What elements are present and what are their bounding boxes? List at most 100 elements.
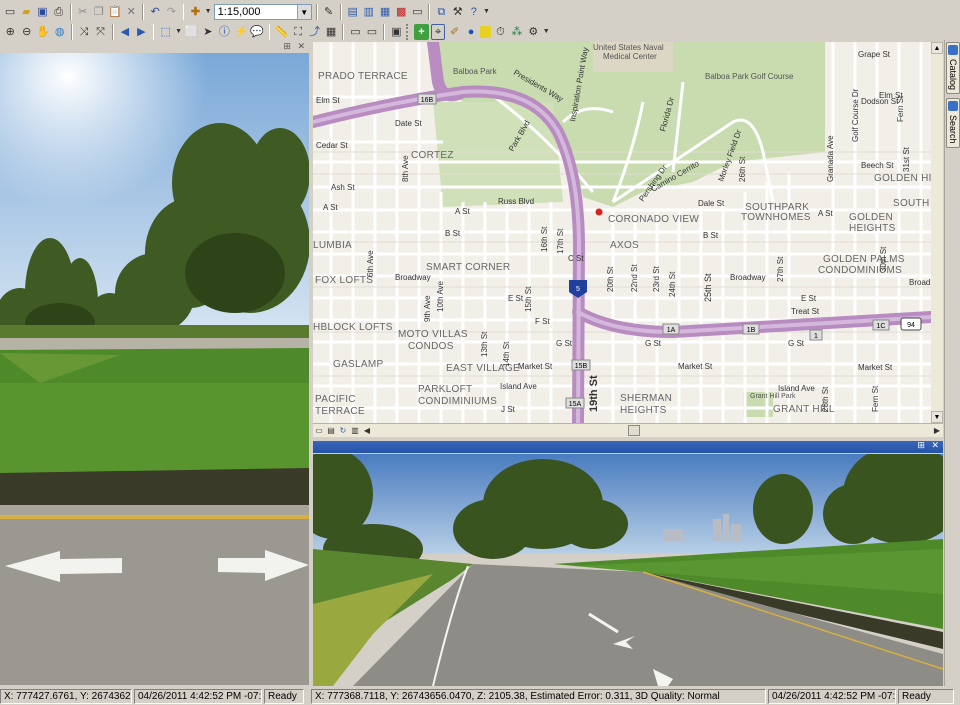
map-scale-combobox[interactable]: 1:15,000 ▼ <box>213 4 312 20</box>
model-builder-icon[interactable]: ⧉ <box>434 4 448 20</box>
refresh-icon[interactable]: ↻ <box>337 425 349 436</box>
street-label: C St <box>568 254 584 263</box>
table-of-contents-icon[interactable]: ▤ <box>346 4 360 20</box>
right-view-titlebar[interactable]: ⊞ ✕ <box>313 440 943 453</box>
toolbar-grip[interactable] <box>405 24 411 40</box>
overview-icon[interactable]: ▣ <box>389 24 403 40</box>
map-label: PARKLOFT <box>418 384 472 395</box>
measure-tool-icon[interactable]: ✐ <box>447 24 461 40</box>
pause-drawing-icon[interactable]: ▥ <box>349 425 361 436</box>
go-to-xy-icon[interactable]: ▦ <box>324 24 338 40</box>
zoom-in-icon[interactable]: ⊕ <box>3 24 17 40</box>
open-folder-icon[interactable]: ▰ <box>19 4 33 20</box>
street-label: Market St <box>678 362 713 371</box>
html-popup-icon[interactable]: 💬 <box>250 24 264 40</box>
undo-icon[interactable]: ↶ <box>148 4 162 20</box>
scroll-up-icon[interactable]: ▲ <box>931 42 943 54</box>
time-slider-icon[interactable]: ▭ <box>365 24 379 40</box>
shield-1c: 1C <box>877 323 886 330</box>
network-icon[interactable]: ⁂ <box>510 24 524 40</box>
map-label: GOLDEN PALMS <box>823 254 905 265</box>
toolbar-options-icon[interactable]: ▼ <box>483 4 490 20</box>
copy-icon[interactable]: ❐ <box>92 4 106 20</box>
left-street-scene <box>0 53 309 685</box>
left-view-titlebar[interactable]: ⊞ ✕ <box>0 41 309 52</box>
new-document-icon[interactable]: ▭ <box>3 4 17 20</box>
current-location-marker[interactable] <box>595 208 603 216</box>
back-arrow-icon[interactable]: ◀ <box>118 24 132 40</box>
highlight-icon[interactable] <box>480 26 492 38</box>
map-view[interactable]: 16B 5 15B 15A 1A 1B 1 1C 94 PRADO TERRAC… <box>313 42 931 423</box>
add-data-icon[interactable]: ✚ <box>188 4 202 20</box>
left-street-view-image[interactable] <box>0 53 309 685</box>
print-icon[interactable]: ⎙ <box>52 4 66 20</box>
scroll-track[interactable] <box>373 425 931 436</box>
fixed-zoom-out-icon[interactable]: ⤧ <box>93 24 107 40</box>
left-status-datetime: 04/26/2011 4:42:52 PM -07:00 <box>134 688 262 704</box>
python-window-icon[interactable]: ▭ <box>410 4 424 20</box>
toolbar-options-icon[interactable]: ▼ <box>543 24 550 40</box>
layout-view-icon[interactable]: ▤ <box>325 425 337 436</box>
hyperlink-icon[interactable]: ⚡ <box>234 24 248 40</box>
locate-icon[interactable]: ⌖ <box>430 24 446 40</box>
paste-icon[interactable]: 📋 <box>108 4 122 20</box>
search-window-icon[interactable]: ▦ <box>378 4 392 20</box>
redo-icon[interactable]: ↷ <box>164 4 178 20</box>
left-view-controls[interactable]: ⊞ ✕ <box>283 41 307 52</box>
select-features-icon[interactable]: ⬚ <box>158 24 172 40</box>
shield-1: 1 <box>814 333 818 340</box>
tools-icon[interactable]: ⚒ <box>451 4 465 20</box>
catalog-window-icon[interactable]: ▥ <box>362 4 376 20</box>
editor-toolbar-icon[interactable]: ✎ <box>322 4 336 20</box>
add-point-icon[interactable]: + <box>414 24 429 40</box>
map-label: AXOS <box>610 240 639 251</box>
select-elements-icon[interactable]: ➤ <box>201 24 215 40</box>
right-view-controls[interactable]: ⊞ ✕ <box>917 440 941 451</box>
zoom-out-icon[interactable]: ⊖ <box>19 24 33 40</box>
find-binoculars-icon[interactable]: ⛶ <box>291 24 305 40</box>
arctoolbox-icon[interactable]: ▩ <box>394 4 408 20</box>
fixed-zoom-in-icon[interactable]: ⤨ <box>77 24 91 40</box>
clear-selection-icon[interactable]: ⬜ <box>184 24 199 40</box>
right-street-view-image[interactable] <box>313 454 943 686</box>
scroll-thumb[interactable] <box>628 425 640 436</box>
delete-icon[interactable]: ✕ <box>124 4 138 20</box>
separator <box>428 4 431 20</box>
timer-icon[interactable]: ⏱ <box>493 24 507 40</box>
tab-catalog[interactable]: Catalog <box>946 42 960 94</box>
identify-icon[interactable]: ⓘ <box>217 24 231 40</box>
full-extent-icon[interactable]: ◍ <box>52 24 66 40</box>
map-label: TERRACE <box>315 406 365 417</box>
forward-arrow-icon[interactable]: ▶ <box>134 24 148 40</box>
street-label: Treat St <box>791 307 820 316</box>
globe-icon[interactable]: ● <box>464 24 478 40</box>
street-label: A St <box>818 209 833 218</box>
chevron-down-icon[interactable]: ▼ <box>296 5 311 19</box>
gear-icon[interactable]: ⚙ <box>526 24 540 40</box>
scroll-down-icon[interactable]: ▼ <box>931 411 943 423</box>
help-icon[interactable]: ? <box>467 4 481 20</box>
street-label: B St <box>703 231 719 240</box>
scroll-left-icon[interactable]: ◀ <box>361 425 373 436</box>
pan-icon[interactable]: ✋ <box>36 24 50 40</box>
add-data-dropdown-icon[interactable]: ▼ <box>205 4 212 20</box>
separator <box>383 24 386 40</box>
street-label: 20th St <box>606 266 615 292</box>
select-dropdown-icon[interactable]: ▼ <box>175 24 182 40</box>
street-label: 19th St <box>588 375 600 412</box>
street-label: Island Ave <box>500 382 537 391</box>
find-route-icon[interactable]: ⤴ <box>307 24 321 40</box>
map-label: SMART CORNER <box>426 262 510 273</box>
street-label: Cedar St <box>316 141 348 150</box>
cut-icon[interactable]: ✂ <box>76 4 90 20</box>
create-viewer-icon[interactable]: ▭ <box>348 24 362 40</box>
measure-icon[interactable]: 📏 <box>274 24 289 40</box>
street-label: Granada Ave <box>826 135 835 182</box>
poi-label: Medical Center <box>603 52 657 61</box>
map-horizontal-scrollbar[interactable]: ▭ ▤ ↻ ▥ ◀ ▶ <box>313 423 943 437</box>
tab-search[interactable]: Search <box>946 98 960 148</box>
data-view-icon[interactable]: ▭ <box>313 425 325 436</box>
map-vertical-scrollbar[interactable]: ▲ ▼ <box>931 42 943 423</box>
save-icon[interactable]: ▣ <box>35 4 49 20</box>
scroll-right-icon[interactable]: ▶ <box>931 425 943 436</box>
